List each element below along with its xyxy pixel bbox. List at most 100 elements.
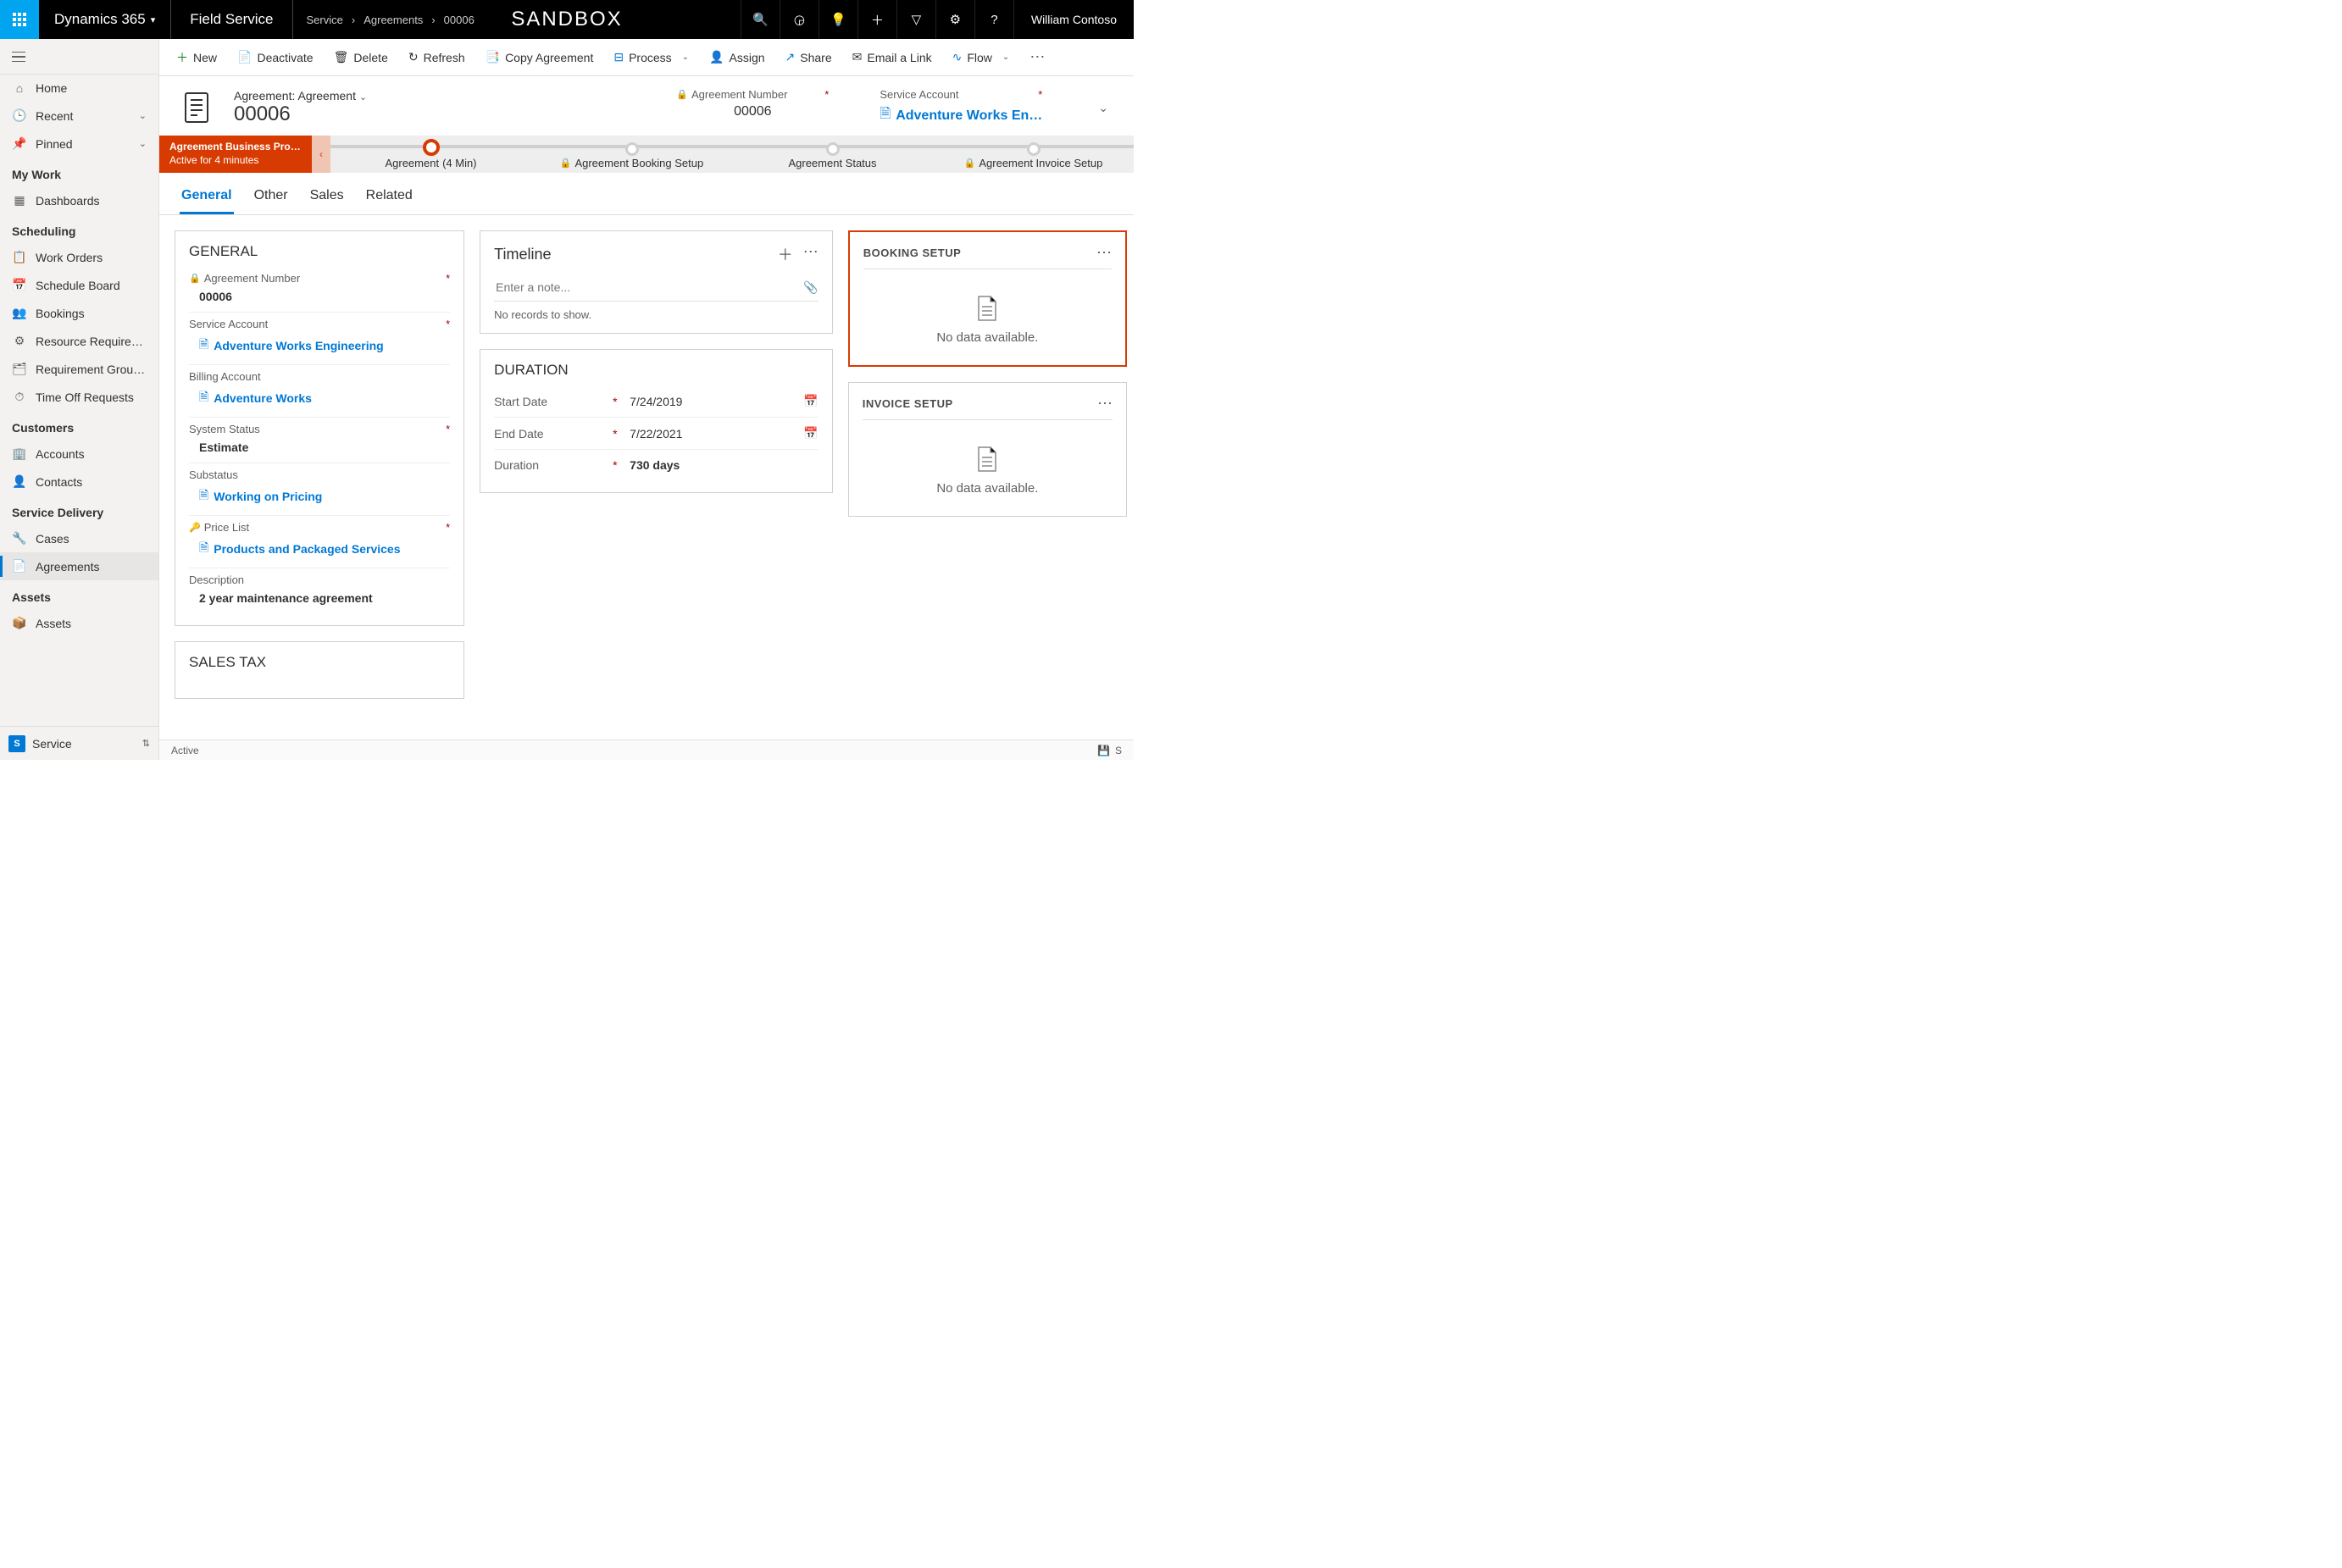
- form-header: Agreement: Agreement ⌄ 00006 🔒Agreement …: [159, 76, 1134, 136]
- field-description[interactable]: Description 2 year maintenance agreement: [189, 568, 450, 613]
- note-input[interactable]: [494, 274, 803, 301]
- bpf-stage-status[interactable]: Agreement Status: [732, 136, 933, 173]
- business-process-flow: Agreement Business Pro… Active for 4 min…: [159, 136, 1134, 173]
- nav-schedule-board[interactable]: 📅Schedule Board: [0, 271, 158, 299]
- flow-button[interactable]: ∿Flow⌄: [944, 45, 1018, 69]
- calendar-icon[interactable]: 📅: [803, 426, 818, 440]
- area-switcher[interactable]: S Service ⇅: [0, 726, 158, 760]
- settings-icon[interactable]: ⚙: [935, 0, 974, 39]
- nav-recent[interactable]: 🕒Recent⌄: [0, 102, 158, 130]
- delete-button[interactable]: 🗑Delete: [325, 45, 397, 69]
- hamburger-icon: [12, 52, 25, 62]
- bpf-stage-booking-setup[interactable]: 🔒Agreement Booking Setup: [531, 136, 732, 173]
- save-icon[interactable]: 💾: [1097, 745, 1110, 756]
- nav-accounts[interactable]: 🏢Accounts: [0, 440, 158, 468]
- module-name[interactable]: Field Service: [171, 11, 291, 28]
- copy-icon: 📑: [486, 50, 500, 64]
- tab-related[interactable]: Related: [364, 181, 414, 214]
- env-label: SANDBOX: [511, 8, 622, 31]
- command-bar: ＋New 📄Deactivate 🗑Delete ↻Refresh 📑Copy …: [159, 39, 1134, 76]
- field-duration[interactable]: Duration * 730 days: [494, 450, 819, 480]
- card-title: INVOICE SETUP: [863, 397, 953, 410]
- lock-icon: 🔒: [560, 158, 572, 169]
- bpf-stage-agreement[interactable]: Agreement (4 Min): [330, 136, 531, 173]
- nav-contacts[interactable]: 👤Contacts: [0, 468, 158, 496]
- document-icon: 📄: [12, 559, 27, 573]
- lookup-icon: 🗎: [199, 486, 208, 507]
- more-commands[interactable]: ⋯: [1021, 43, 1053, 71]
- card-title: Timeline: [494, 246, 551, 263]
- tab-general[interactable]: General: [180, 181, 234, 214]
- user-name[interactable]: William Contoso: [1013, 0, 1134, 39]
- nav-label: Requirement Grou…: [36, 363, 145, 376]
- nav-pinned[interactable]: 📌Pinned⌄: [0, 130, 158, 158]
- nav-resource-requirements[interactable]: ⚙Resource Require…: [0, 327, 158, 355]
- service-account-link[interactable]: 🗎 Adventure Works En…: [880, 104, 1042, 127]
- deactivate-button[interactable]: 📄Deactivate: [229, 45, 322, 69]
- nav-label: Assets: [36, 617, 71, 630]
- crumb[interactable]: Service: [307, 14, 343, 26]
- more-button[interactable]: ⋯: [1096, 244, 1112, 262]
- hamburger-button[interactable]: [0, 39, 158, 75]
- field-system-status[interactable]: System Status* Estimate: [189, 418, 450, 463]
- nav-label: Schedule Board: [36, 279, 120, 292]
- nav-label: Contacts: [36, 475, 82, 489]
- field-price-list[interactable]: 🔑Price List* 🗎Products and Packaged Serv…: [189, 516, 450, 568]
- people-icon: 👥: [12, 306, 27, 320]
- card-title: SALES TAX: [189, 654, 450, 671]
- help-icon[interactable]: ?: [974, 0, 1013, 39]
- clock-off-icon: ⏱: [12, 390, 27, 404]
- nav-dashboards[interactable]: ▦Dashboards: [0, 186, 158, 214]
- add-activity-button[interactable]: ＋: [778, 243, 793, 265]
- assign-button[interactable]: 👤Assign: [701, 45, 773, 69]
- bpf-collapse-button[interactable]: ‹: [312, 136, 330, 173]
- empty-state: No data available.: [863, 278, 1112, 353]
- add-icon[interactable]: ＋: [857, 0, 896, 39]
- lightbulb-icon[interactable]: 💡: [819, 0, 857, 39]
- filter-icon[interactable]: ▽: [896, 0, 935, 39]
- tab-other[interactable]: Other: [253, 181, 290, 214]
- search-icon[interactable]: 🔍: [741, 0, 780, 39]
- tab-sales[interactable]: Sales: [308, 181, 346, 214]
- new-button[interactable]: ＋New: [168, 44, 225, 71]
- chevron-down-icon: ⌄: [139, 110, 147, 121]
- entity-label[interactable]: Agreement: Agreement: [234, 89, 356, 103]
- share-button[interactable]: ↗Share: [777, 45, 841, 69]
- crumb[interactable]: 00006: [444, 14, 475, 26]
- topbar: Dynamics 365 ▾ Field Service Service› Ag…: [0, 0, 1134, 39]
- field-end-date[interactable]: End Date * 7/22/2021 📅: [494, 418, 819, 450]
- copy-button[interactable]: 📑Copy Agreement: [477, 45, 602, 69]
- more-button[interactable]: ⋯: [1097, 395, 1113, 413]
- box-icon: 📦: [12, 616, 27, 630]
- expand-header[interactable]: ⌄: [1093, 96, 1113, 120]
- more-button[interactable]: ⋯: [803, 243, 819, 265]
- card-title: GENERAL: [189, 243, 450, 260]
- bpf-header[interactable]: Agreement Business Pro… Active for 4 min…: [159, 136, 312, 173]
- crumb[interactable]: Agreements: [364, 14, 423, 26]
- app-launcher[interactable]: [0, 0, 39, 39]
- task-icon[interactable]: ◶: [780, 0, 819, 39]
- nav-bookings[interactable]: 👥Bookings: [0, 299, 158, 327]
- field-start-date[interactable]: Start Date * 7/24/2019 📅: [494, 385, 819, 418]
- field-agreement-number[interactable]: 🔒Agreement Number* 00006: [189, 267, 450, 313]
- clock-icon: 🕒: [12, 108, 27, 123]
- field-substatus[interactable]: Substatus 🗎Working on Pricing: [189, 463, 450, 516]
- nav-agreements[interactable]: 📄Agreements: [0, 552, 158, 580]
- email-link-button[interactable]: ✉Email a Link: [844, 45, 941, 69]
- refresh-button[interactable]: ↻Refresh: [400, 45, 474, 69]
- process-button[interactable]: ⊟Process⌄: [605, 45, 697, 69]
- field-billing-account[interactable]: Billing Account 🗎Adventure Works: [189, 365, 450, 418]
- nav-work-orders[interactable]: 📋Work Orders: [0, 243, 158, 271]
- nav-cases[interactable]: 🔧Cases: [0, 524, 158, 552]
- nav-time-off[interactable]: ⏱Time Off Requests: [0, 383, 158, 411]
- timeline-card: Timeline ＋ ⋯ 📎 No records to show.: [480, 230, 833, 334]
- lock-icon: 🔒: [676, 89, 688, 100]
- attach-icon[interactable]: 📎: [803, 280, 818, 295]
- nav-home[interactable]: ⌂Home: [0, 75, 158, 102]
- bpf-stage-invoice-setup[interactable]: 🔒Agreement Invoice Setup: [933, 136, 1134, 173]
- brand[interactable]: Dynamics 365 ▾: [39, 11, 170, 28]
- calendar-icon[interactable]: 📅: [803, 394, 818, 408]
- nav-requirement-groups[interactable]: 🗂Requirement Grou…: [0, 355, 158, 383]
- field-service-account[interactable]: Service Account* 🗎Adventure Works Engine…: [189, 313, 450, 365]
- nav-assets[interactable]: 📦 Assets: [0, 609, 158, 637]
